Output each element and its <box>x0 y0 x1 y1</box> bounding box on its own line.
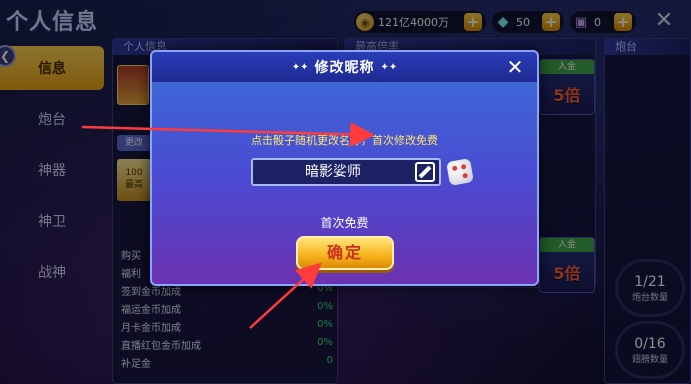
free-label: 首次免费 <box>320 216 369 230</box>
dialog-title: 修改昵称 <box>314 60 375 76</box>
nickname-input[interactable]: 暗影娑师 <box>251 158 441 186</box>
dialog-hint: 点击骰子随机更改名称，首次修改免费 <box>251 134 438 147</box>
dice-icon[interactable] <box>446 158 474 186</box>
nickname-value: 暗影娑师 <box>305 164 361 180</box>
confirm-button[interactable]: 确定 <box>296 236 394 270</box>
sparkle-icon: ✦✦ <box>291 61 309 73</box>
rename-dialog: ✦✦ 修改昵称 ✦✦ ✕ 点击骰子随机更改名称，首次修改免费 暗影娑师 首次免费… <box>150 50 539 286</box>
close-icon[interactable]: ✕ <box>503 55 527 79</box>
dialog-header: ✦✦ 修改昵称 ✦✦ <box>152 52 537 82</box>
sparkle-icon: ✦✦ <box>380 61 398 73</box>
edit-icon[interactable] <box>415 162 435 182</box>
